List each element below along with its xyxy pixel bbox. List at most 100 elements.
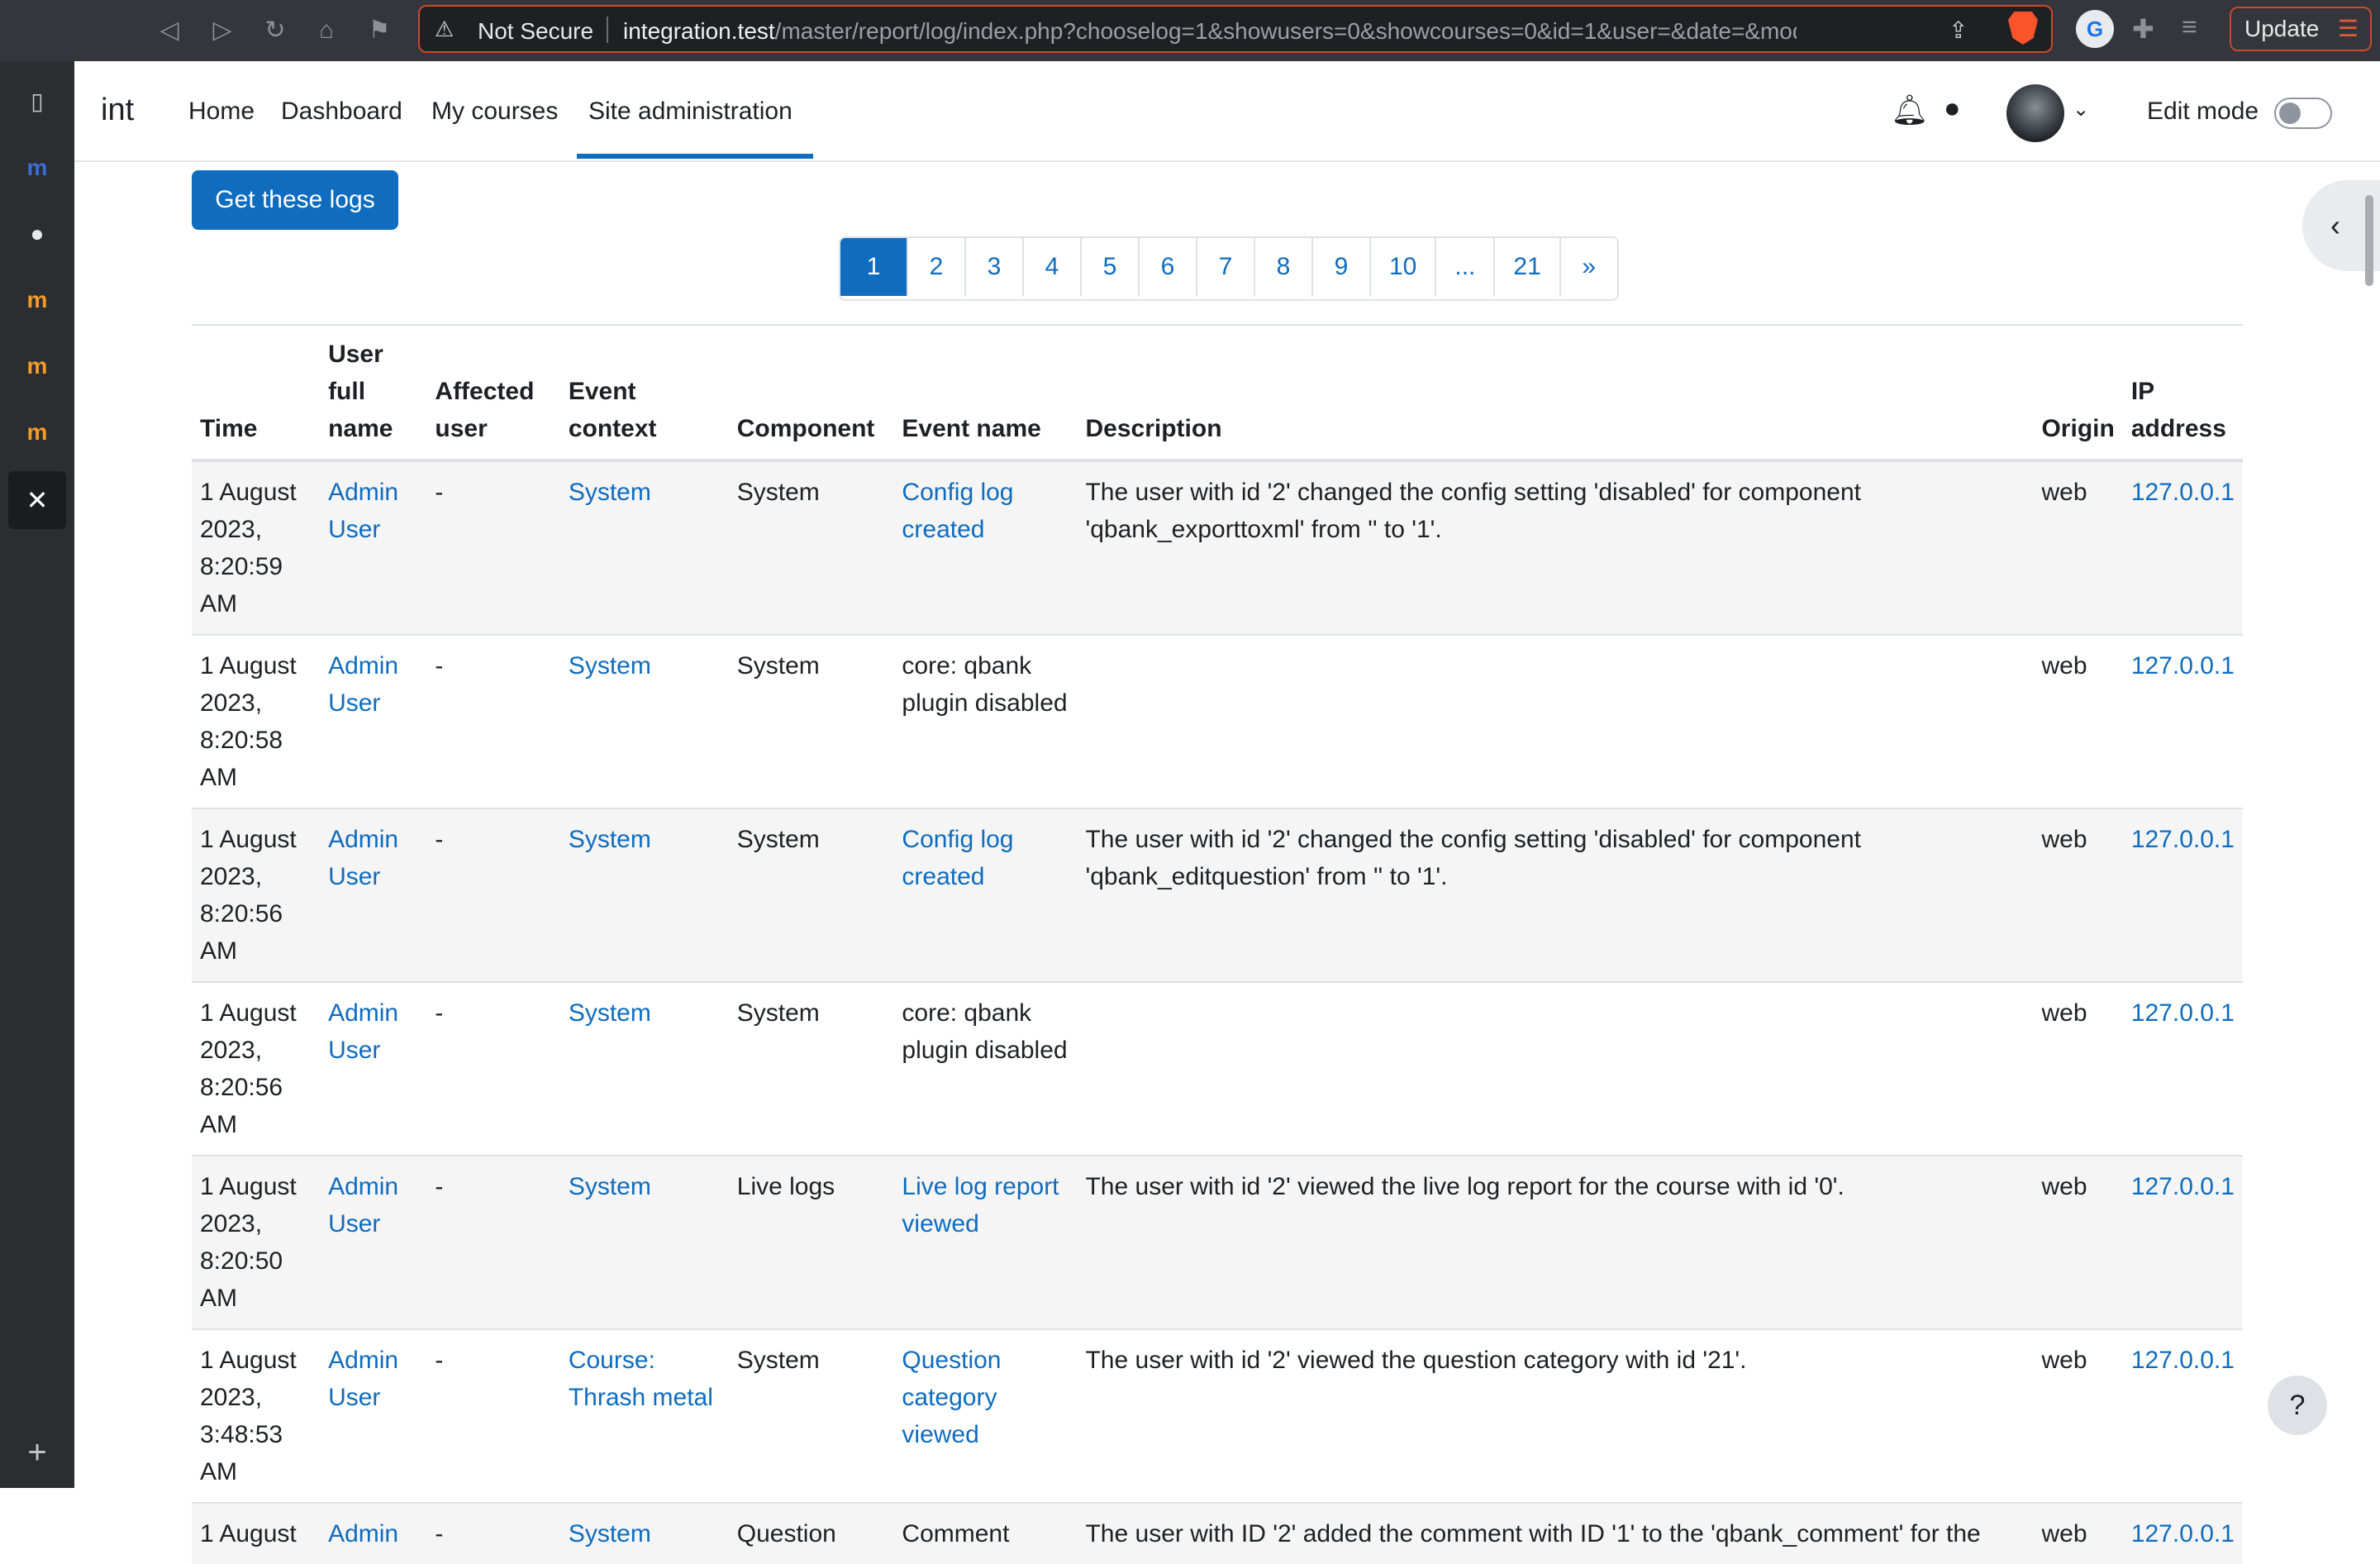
security-indicator[interactable]: Not Secure	[478, 18, 593, 45]
warning-icon: ⚠	[435, 17, 455, 41]
messages-icon[interactable]: ●	[1944, 93, 1961, 125]
reading-list-icon[interactable]: ≡	[2182, 12, 2197, 42]
bookmark-icon[interactable]: ⚑	[364, 15, 395, 46]
page-link[interactable]: 8	[1254, 238, 1311, 296]
cell-event: Config log created	[893, 808, 1078, 982]
close-icon[interactable]: ✕	[8, 471, 66, 529]
page-link[interactable]: 4	[1022, 238, 1080, 296]
cell-component: System	[728, 634, 894, 808]
user-link[interactable]: Admin User	[328, 1347, 398, 1411]
ip-address-link[interactable]: 127.0.0.1	[2131, 1520, 2235, 1547]
user-link[interactable]: Admin User	[328, 826, 398, 890]
sidebar-panel-icon[interactable]: ▯	[21, 86, 53, 117]
header-event-context[interactable]: Event context	[559, 324, 729, 462]
header-ip-address[interactable]: IP address	[2122, 324, 2243, 462]
nav-my-courses[interactable]: My courses	[431, 98, 558, 126]
url-text[interactable]: integration.test/master/report/log/index…	[623, 18, 1797, 45]
nav-dashboard[interactable]: Dashboard	[281, 98, 402, 126]
header-time[interactable]: Time	[192, 324, 321, 462]
ip-address-link[interactable]: 127.0.0.1	[2131, 1173, 2235, 1200]
ip-address-link[interactable]: 127.0.0.1	[2131, 826, 2235, 853]
event-context-link[interactable]: System	[569, 1173, 651, 1200]
url-host: integration.test	[623, 18, 775, 44]
event-context-link[interactable]: System	[569, 999, 651, 1027]
browser-toolbar: ◁ ▷ ↻ ⌂ ⚑ ⚠ Not Secure integration.test/…	[0, 0, 2380, 61]
chevron-down-icon[interactable]: ⌄	[2073, 98, 2089, 122]
extensions-icon[interactable]: ✚	[2132, 13, 2154, 45]
translate-extension-icon[interactable]: G	[2076, 10, 2114, 48]
user-link[interactable]: Admin User	[328, 1173, 398, 1237]
event-context-link[interactable]: System	[569, 479, 651, 506]
moodle-site-icon[interactable]: m	[21, 284, 53, 316]
cell-ip: 127.0.0.1	[2122, 1155, 2243, 1329]
event-name-link[interactable]: Config log created	[902, 479, 1013, 543]
cell-affected: -	[426, 460, 560, 635]
ip-address-link[interactable]: 127.0.0.1	[2131, 1347, 2235, 1374]
header-component[interactable]: Component	[728, 324, 894, 462]
page-link[interactable]: 5	[1080, 238, 1138, 296]
event-name-link[interactable]: Config log created	[902, 826, 1013, 890]
cell-affected: -	[426, 634, 560, 808]
event-context-link[interactable]: System	[569, 652, 651, 679]
table-row: 1 August Admin - System Question Comment The u…	[192, 1502, 2243, 1564]
page-link[interactable]: 7	[1196, 238, 1254, 296]
share-icon[interactable]: ⇪	[1949, 17, 1968, 44]
notifications-bell-icon[interactable]: 🔔︎	[1891, 93, 1929, 127]
event-name-link[interactable]: Question category viewed	[902, 1347, 1001, 1448]
event-context-link[interactable]: System	[569, 1520, 651, 1547]
event-context-link[interactable]: System	[569, 826, 651, 853]
origin: web	[2041, 1173, 2087, 1200]
ip-address-link[interactable]: 127.0.0.1	[2131, 999, 2235, 1027]
cell-affected: -	[426, 808, 560, 982]
page-link[interactable]: 9	[1311, 238, 1369, 296]
cell-context: System	[559, 981, 729, 1156]
next-page-link[interactable]: »	[1559, 238, 1617, 296]
page-link[interactable]: 3	[964, 238, 1022, 296]
header-affected-user[interactable]: Affected user	[426, 324, 560, 462]
header-origin[interactable]: Origin	[2033, 324, 2123, 462]
add-icon[interactable]: +	[21, 1434, 53, 1471]
nav-site-administration[interactable]: Site administration	[588, 98, 793, 126]
site-brand[interactable]: int	[101, 93, 134, 128]
user-link[interactable]: Admin User	[328, 652, 398, 717]
forward-icon[interactable]: ▷	[207, 15, 238, 46]
reload-icon[interactable]: ↻	[259, 15, 291, 46]
page-link[interactable]: 10	[1369, 238, 1435, 296]
cell-user: Admin	[320, 1502, 427, 1564]
header-user-full-name[interactable]: User full name	[320, 324, 427, 462]
moodle-site-icon[interactable]: m	[21, 417, 53, 448]
back-icon[interactable]: ◁	[154, 15, 185, 46]
nav-home[interactable]: Home	[188, 98, 255, 126]
cell-event: Comment	[893, 1502, 1078, 1564]
scrollbar[interactable]	[2365, 195, 2373, 286]
edit-mode-toggle[interactable]	[2274, 98, 2332, 129]
user-avatar[interactable]	[2006, 84, 2064, 142]
ip-address-link[interactable]: 127.0.0.1	[2131, 652, 2235, 679]
address-bar[interactable]: ⚠ Not Secure integration.test/master/rep…	[418, 5, 2053, 53]
help-button[interactable]: ?	[2268, 1376, 2327, 1435]
get-these-logs-button[interactable]: Get these logs	[192, 170, 398, 230]
table-header-row: Time User full name Affected user Event …	[192, 324, 2243, 462]
event-name-link[interactable]: Live log report viewed	[902, 1173, 1059, 1237]
page-link[interactable]: 6	[1138, 238, 1196, 296]
header-event-name[interactable]: Event name	[893, 324, 1078, 462]
github-icon[interactable]: ●	[21, 218, 53, 250]
header-description[interactable]: Description	[1077, 324, 2034, 462]
update-label: Update	[2244, 16, 2320, 41]
page-link[interactable]: 21	[1493, 238, 1559, 296]
home-icon[interactable]: ⌂	[311, 15, 342, 46]
cell-description: The user with id '2' changed the config …	[1077, 808, 2034, 982]
user-link[interactable]: Admin	[328, 1520, 398, 1547]
url-path: /master/report/log/index.php?chooselog=1…	[774, 18, 1797, 44]
cell-time: 1 August 2023, 3:48:53 AM	[192, 1328, 321, 1503]
update-button[interactable]: Update ☰	[2230, 7, 2372, 51]
cell-context: System	[559, 1155, 729, 1329]
ip-address-link[interactable]: 127.0.0.1	[2131, 479, 2235, 506]
user-link[interactable]: Admin User	[328, 999, 398, 1064]
event-context-link[interactable]: Course: Thrash metal	[569, 1347, 713, 1411]
page-link[interactable]: 2	[907, 238, 964, 296]
page-link[interactable]: 1	[840, 238, 907, 296]
moodle-site-icon[interactable]: m	[21, 350, 53, 382]
user-link[interactable]: Admin User	[328, 479, 398, 543]
moodle-app-icon[interactable]: m	[21, 152, 53, 184]
